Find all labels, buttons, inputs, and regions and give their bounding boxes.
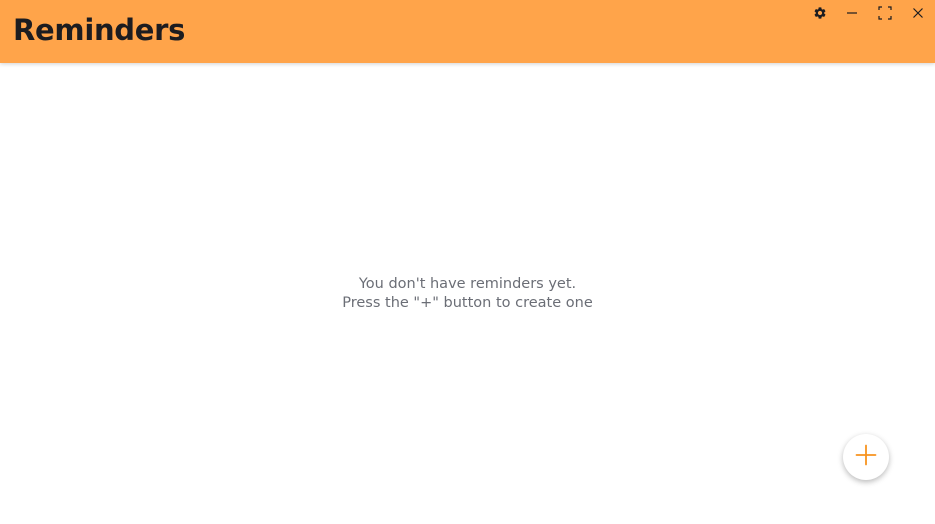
minimize-button[interactable] [841,2,863,24]
gear-icon [813,6,827,20]
maximize-icon [878,6,892,20]
plus-icon [855,444,877,470]
close-button[interactable] [907,2,929,24]
minimize-icon [846,7,858,19]
empty-state-line-2: Press the "+" button to create one [342,295,593,311]
maximize-button[interactable] [874,2,896,24]
app-window: Reminders You don't have reminders yet. … [0,0,935,524]
page-title: Reminders [13,13,186,47]
app-header: Reminders [0,0,935,63]
empty-state-line-1: You don't have reminders yet. [358,276,577,292]
settings-button[interactable] [809,2,831,24]
empty-state-message: You don't have reminders yet. Press the … [0,275,935,313]
close-icon [912,7,924,19]
add-reminder-button[interactable] [843,434,889,480]
